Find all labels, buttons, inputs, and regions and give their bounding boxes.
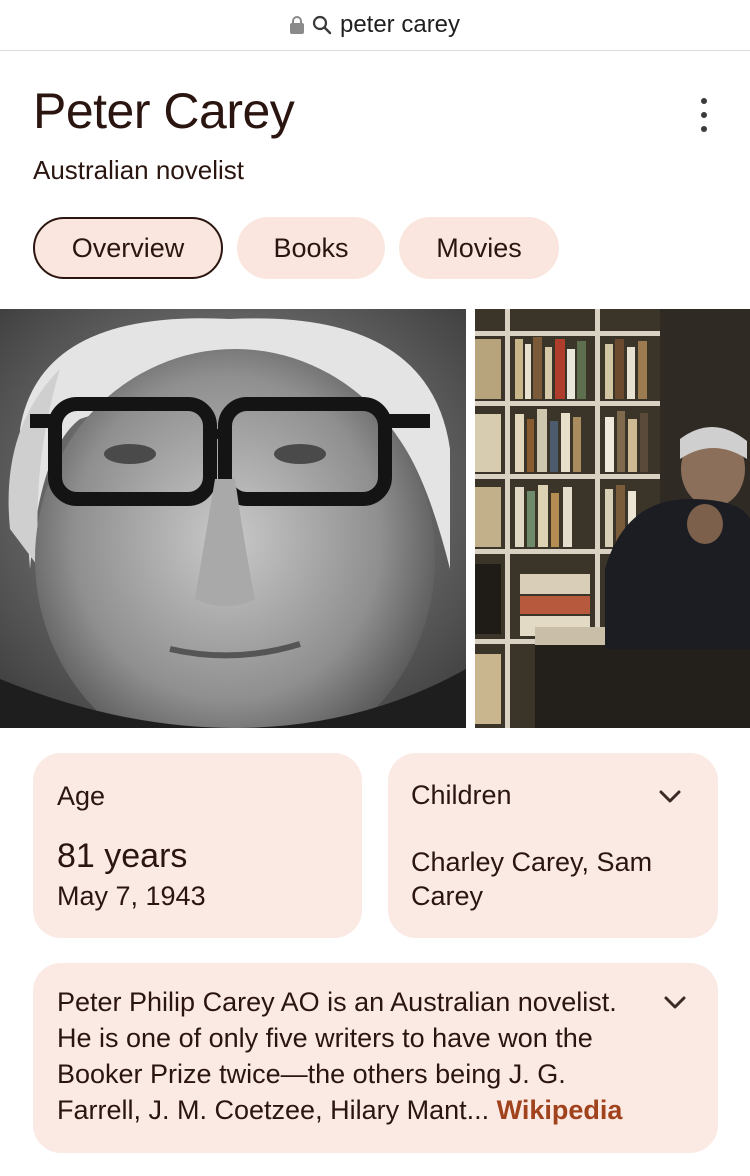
about-card[interactable]: Peter Philip Carey AO is an Australian n… xyxy=(33,963,718,1153)
search-icon xyxy=(312,15,332,35)
children-card[interactable]: Children Charley Carey, Sam Carey xyxy=(388,753,718,938)
wikipedia-link[interactable]: Wikipedia xyxy=(497,1095,623,1125)
page-title: Peter Carey xyxy=(33,83,295,139)
age-value: 81 years xyxy=(57,837,188,875)
tab-movies[interactable]: Movies xyxy=(399,217,559,279)
age-label: Age xyxy=(57,781,106,811)
tab-overview[interactable]: Overview xyxy=(33,217,223,279)
entity-description: Australian novelist xyxy=(33,155,244,185)
tab-books[interactable]: Books xyxy=(237,217,385,279)
search-query: peter carey xyxy=(339,11,461,38)
about-text-block: Peter Philip Carey AO is an Australian n… xyxy=(57,984,657,1128)
bookshelf-image[interactable] xyxy=(475,309,750,728)
birth-date: May 7, 1943 xyxy=(57,881,206,911)
children-label: Children xyxy=(411,780,512,810)
children-value[interactable]: Charley Carey, Sam Carey xyxy=(411,845,691,913)
more-options-icon[interactable] xyxy=(690,98,718,132)
lock-icon xyxy=(289,16,304,34)
portrait-image[interactable] xyxy=(0,309,466,728)
chevron-down-icon[interactable] xyxy=(658,789,682,805)
address-bar[interactable]: peter carey xyxy=(0,0,750,51)
chevron-down-icon[interactable] xyxy=(663,995,687,1011)
tab-bar: Overview Books Movies xyxy=(33,217,559,279)
age-card: Age 81 years May 7, 1943 xyxy=(33,753,362,938)
